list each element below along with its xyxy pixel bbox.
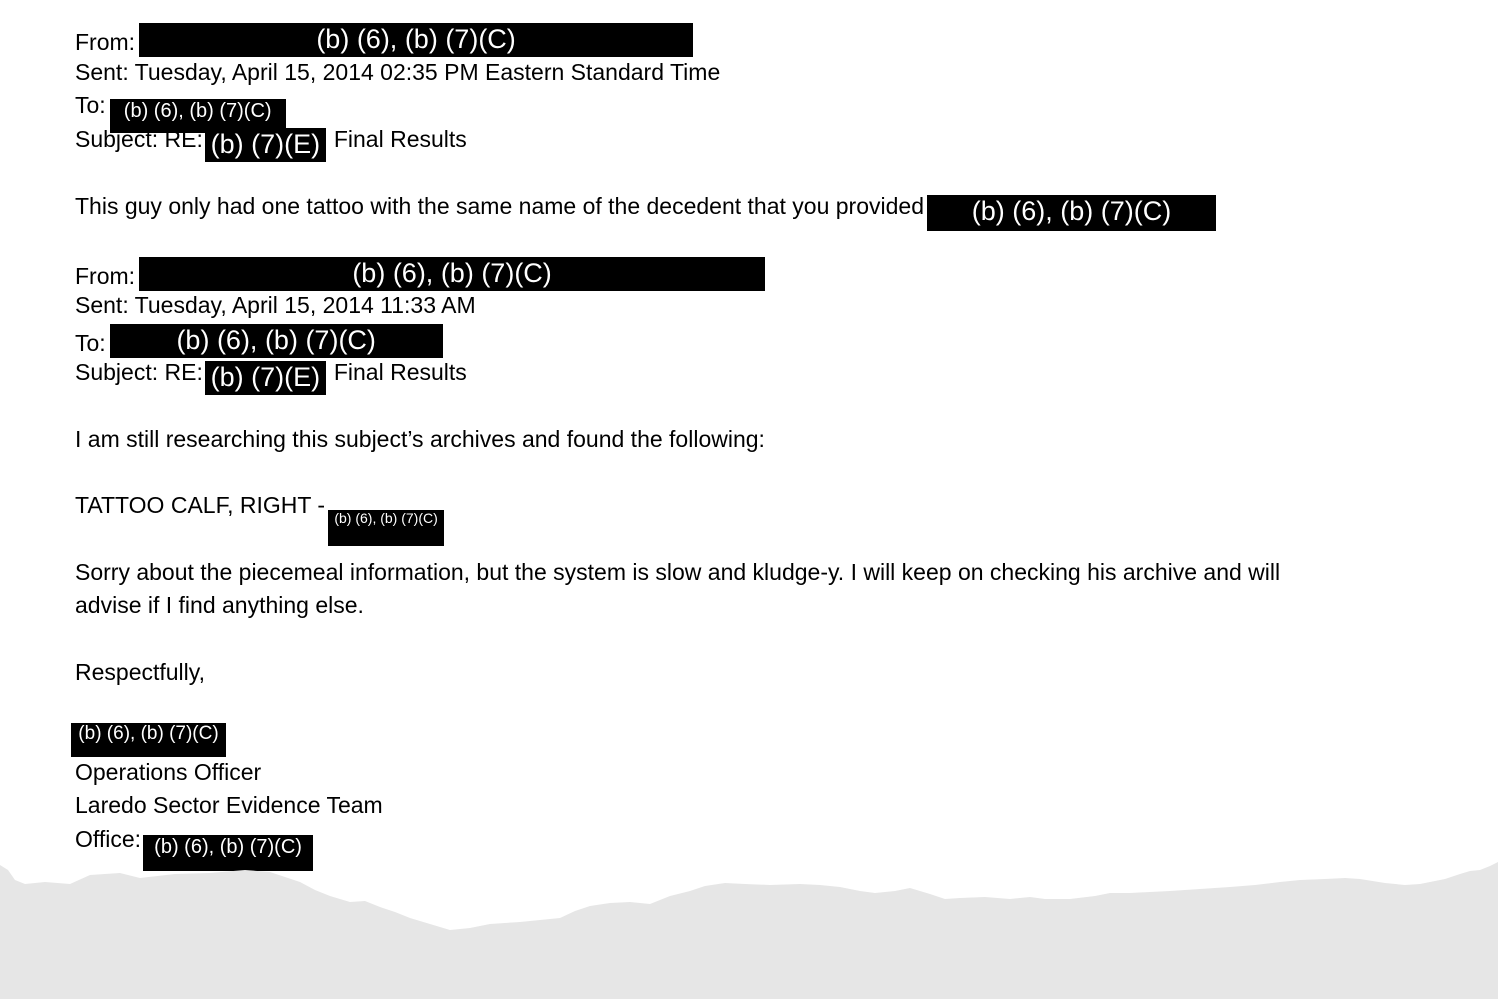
torn-paper-edge — [0, 862, 1498, 999]
